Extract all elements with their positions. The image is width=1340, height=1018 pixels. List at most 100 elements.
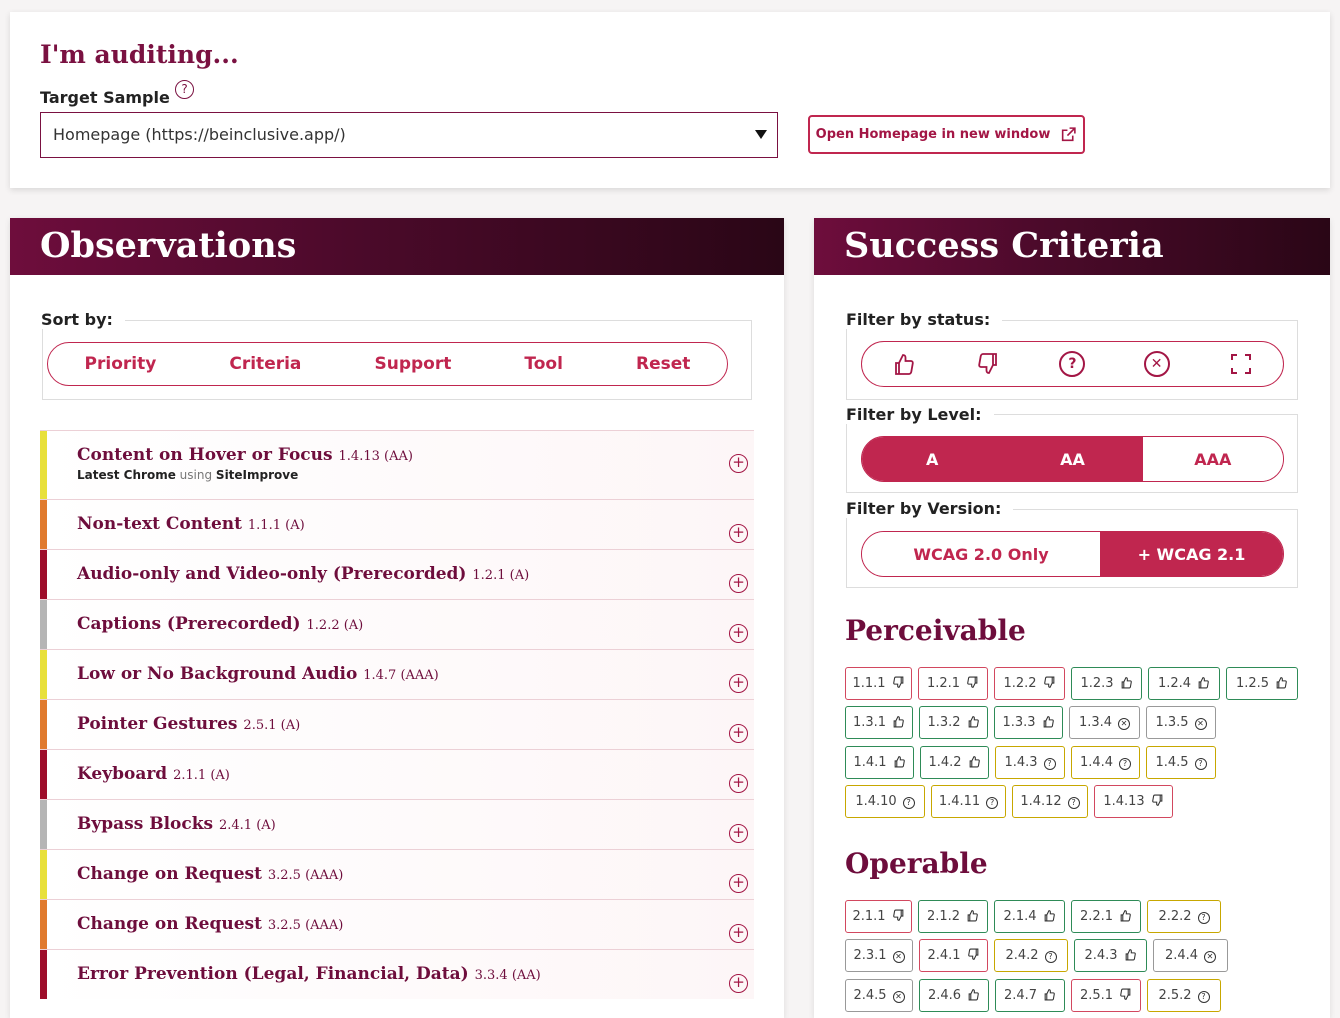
- criterion-chip[interactable]: 1.4.2: [920, 746, 989, 779]
- open-in-new-window-button[interactable]: Open Homepage in new window: [808, 115, 1085, 154]
- close-circle-icon[interactable]: ✕: [1143, 351, 1170, 377]
- expand-plus-icon[interactable]: +: [729, 574, 748, 593]
- criterion-chip[interactable]: 2.1.1: [845, 900, 912, 933]
- sort-tool-button[interactable]: Tool: [524, 354, 563, 374]
- thumbs-up-icon[interactable]: [891, 351, 917, 377]
- expand-plus-icon[interactable]: +: [729, 674, 748, 693]
- criterion-chip[interactable]: 2.1.2: [918, 900, 988, 933]
- criterion-chip[interactable]: 2.2.1: [1071, 900, 1141, 933]
- expand-plus-icon[interactable]: +: [729, 874, 748, 893]
- criterion-id: 1.4.11: [938, 794, 981, 809]
- observation-title: Content on Hover or Focus 1.4.13 (AA): [77, 445, 413, 465]
- close-circle-icon: ✕: [892, 948, 905, 963]
- observation-row[interactable]: Captions (Prerecorded) 1.2.2 (A) +: [40, 599, 754, 649]
- thumbs-down-icon[interactable]: [975, 351, 1001, 377]
- observation-ref: 2.4.1 (A): [219, 818, 276, 833]
- audit-title: I'm auditing...: [40, 40, 239, 69]
- criterion-chip[interactable]: 1.4.13: [1094, 785, 1173, 818]
- criterion-chip[interactable]: 2.1.4: [994, 900, 1065, 933]
- criterion-id: 2.3.1: [853, 948, 887, 963]
- criterion-id: 1.4.2: [928, 755, 962, 770]
- criterion-id: 1.4.1: [853, 755, 887, 770]
- observation-row[interactable]: Audio-only and Video-only (Prerecorded) …: [40, 549, 754, 599]
- criterion-id: 1.4.10: [855, 794, 897, 809]
- criterion-chip[interactable]: 1.4.12?: [1012, 785, 1088, 818]
- operable-title: Operable: [845, 847, 988, 880]
- level-toggle: A AA AAA: [861, 436, 1284, 482]
- expand-plus-icon[interactable]: +: [729, 624, 748, 643]
- criterion-chip[interactable]: 1.4.3?: [995, 746, 1065, 779]
- criterion-chip[interactable]: 2.4.7: [995, 979, 1065, 1012]
- criterion-id: 1.4.4: [1079, 755, 1114, 770]
- observation-row[interactable]: Change on Request 3.2.5 (AAA) +: [40, 899, 754, 949]
- thumbs-down-icon: [1043, 676, 1056, 692]
- criterion-chip[interactable]: 2.3.1 ✕: [845, 939, 913, 972]
- sort-criteria-button[interactable]: Criteria: [229, 354, 301, 374]
- criterion-chip[interactable]: 1.1.1: [845, 667, 912, 700]
- sort-reset-button[interactable]: Reset: [636, 354, 690, 374]
- observation-row[interactable]: Pointer Gestures 2.5.1 (A) +: [40, 699, 754, 749]
- criterion-id: 1.3.3: [1002, 715, 1036, 730]
- expand-plus-icon[interactable]: +: [729, 724, 748, 743]
- criterion-chip[interactable]: 1.2.3: [1071, 667, 1142, 700]
- expand-plus-icon[interactable]: +: [729, 524, 748, 543]
- observation-row[interactable]: Error Prevention (Legal, Financial, Data…: [40, 949, 754, 999]
- observation-row[interactable]: Low or No Background Audio 1.4.7 (AAA) +: [40, 649, 754, 699]
- criterion-chip[interactable]: 1.4.1: [845, 746, 914, 779]
- criterion-chip[interactable]: 2.4.4 ✕: [1153, 939, 1228, 972]
- criterion-chip[interactable]: 2.4.3: [1074, 939, 1147, 972]
- criterion-chip[interactable]: 2.5.2?: [1147, 979, 1221, 1012]
- sort-pill: Priority Criteria Support Tool Reset: [47, 342, 728, 386]
- criterion-chip[interactable]: 1.4.11?: [931, 785, 1006, 818]
- expand-plus-icon[interactable]: +: [729, 774, 748, 793]
- level-aa-button[interactable]: AA: [1002, 437, 1143, 481]
- criterion-chip[interactable]: 1.3.3: [994, 706, 1063, 739]
- observation-row[interactable]: Keyboard 2.1.1 (A) +: [40, 749, 754, 799]
- criterion-chip[interactable]: 2.4.1: [919, 939, 988, 972]
- criterion-chip[interactable]: 1.4.5?: [1146, 746, 1216, 779]
- level-aaa-button[interactable]: AAA: [1142, 437, 1283, 481]
- sort-support-button[interactable]: Support: [374, 354, 451, 374]
- thumbs-up-icon: [966, 909, 979, 925]
- criterion-chip[interactable]: 1.2.5: [1226, 667, 1298, 700]
- criterion-chip[interactable]: 1.3.1: [845, 706, 913, 739]
- observation-row[interactable]: Bypass Blocks 2.4.1 (A) +: [40, 799, 754, 849]
- criterion-chip[interactable]: 1.4.10?: [845, 785, 925, 818]
- level-a-button[interactable]: A: [862, 437, 1003, 481]
- severity-bar: [40, 900, 47, 949]
- criterion-chip[interactable]: 1.3.4 ✕: [1069, 706, 1140, 739]
- criterion-chip[interactable]: 2.5.1: [1071, 979, 1141, 1012]
- criterion-chip[interactable]: 2.4.5 ✕: [845, 979, 913, 1012]
- criterion-chip[interactable]: 1.3.2: [919, 706, 988, 739]
- criterion-chip[interactable]: 2.4.6: [919, 979, 989, 1012]
- expand-plus-icon[interactable]: +: [729, 454, 748, 473]
- filter-version-label: Filter by Version:: [846, 499, 1014, 518]
- criterion-chip[interactable]: 1.4.4?: [1071, 746, 1140, 779]
- criterion-chip[interactable]: 2.4.2?: [994, 939, 1068, 972]
- sort-priority-button[interactable]: Priority: [85, 354, 157, 374]
- expand-plus-icon[interactable]: +: [729, 924, 748, 943]
- criterion-chip[interactable]: 1.2.1: [918, 667, 988, 700]
- wcag-21-button[interactable]: + WCAG 2.1: [1099, 532, 1283, 576]
- criterion-chip[interactable]: 1.2.4: [1148, 667, 1220, 700]
- criterion-chip[interactable]: 1.3.5 ✕: [1146, 706, 1216, 739]
- external-link-icon: [1062, 127, 1076, 142]
- thumbs-up-icon: [893, 755, 906, 771]
- criterion-chip[interactable]: 2.2.2?: [1147, 900, 1221, 933]
- observation-row[interactable]: Change on Request 3.2.5 (AAA) +: [40, 849, 754, 899]
- criterion-chip[interactable]: 1.2.2: [994, 667, 1065, 700]
- wcag-20-only-button[interactable]: WCAG 2.0 Only: [862, 532, 1100, 576]
- severity-bar: [40, 950, 47, 999]
- question-icon[interactable]: ?: [1059, 351, 1086, 377]
- expand-plus-icon[interactable]: +: [729, 824, 748, 843]
- expand-plus-icon[interactable]: +: [729, 974, 748, 993]
- observation-row[interactable]: Non-text Content 1.1.1 (A) +: [40, 499, 754, 549]
- target-sample-select[interactable]: Homepage (https://beinclusive.app/): [40, 112, 778, 158]
- observation-title: Change on Request 3.2.5 (AAA): [77, 864, 344, 884]
- observation-row[interactable]: Content on Hover or Focus 1.4.13 (AA) Lat…: [40, 430, 754, 499]
- thumbs-up-icon: [892, 715, 905, 731]
- help-icon[interactable]: ?: [175, 80, 194, 99]
- expand-icon[interactable]: [1228, 351, 1254, 377]
- severity-bar: [40, 700, 47, 749]
- criterion-id: 1.2.4: [1157, 676, 1192, 691]
